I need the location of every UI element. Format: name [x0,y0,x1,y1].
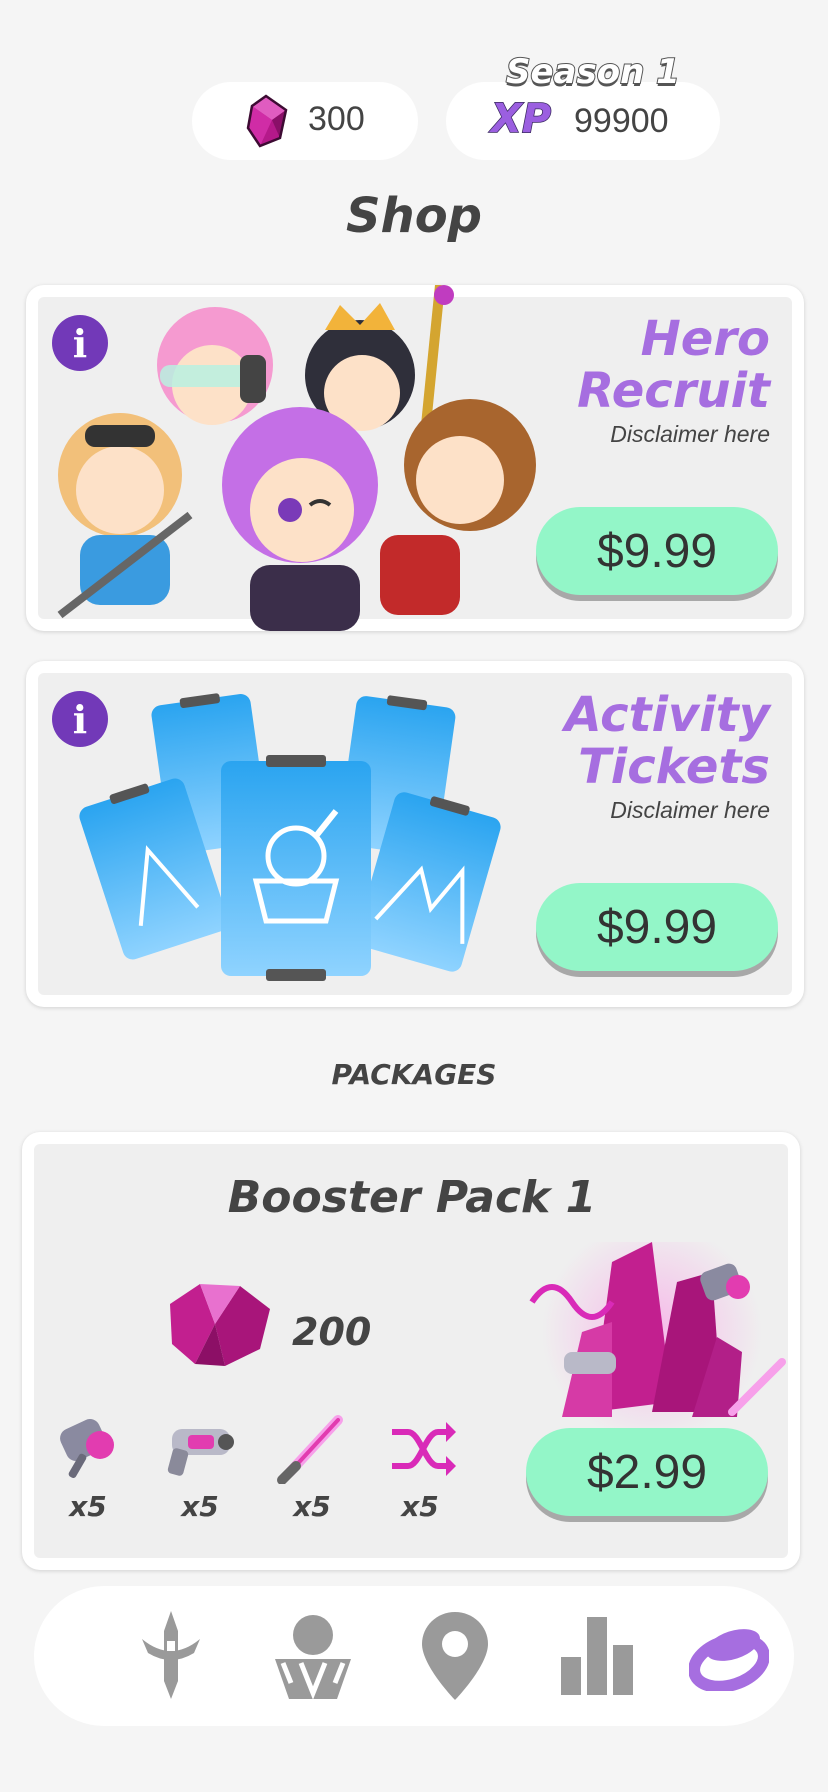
booster-gem-amount: 200 [292,1310,372,1354]
shop-icon [689,1629,769,1691]
offer-title-line2: Recruit [577,363,770,419]
shuffle-icon [392,1422,456,1476]
offer-title-line2: Tickets [578,739,770,795]
heroes-icon [275,1615,351,1699]
item-qty: x5 [181,1490,219,1523]
offer-disclaimer: Disclaimer here [610,421,770,447]
info-button[interactable]: i [52,691,108,747]
nav-shop[interactable] [674,1586,784,1726]
buy-activity-tickets-button[interactable]: $9.99 [536,883,778,971]
xp-pill[interactable]: XP 99900 [446,82,720,160]
hero-recruit-card[interactable]: i Hero Recruit Disclaimer here $9.99 [26,285,804,631]
leaderboard-icon [561,1617,633,1695]
activity-tickets-card[interactable]: i Activity Tickets Disclaimer here $9.99 [26,661,804,1007]
offer-disclaimer: Disclaimer here [610,797,770,823]
nav-map[interactable] [400,1586,510,1726]
item-qty: x5 [401,1490,439,1523]
lightsaber-icon [277,1415,343,1484]
pack-title: Booster Pack 1 [227,1172,597,1223]
gem-cluster-icon [170,1284,270,1366]
gems-pill[interactable]: 300 [192,82,418,160]
packages-header: PACKAGES [331,1058,497,1091]
xp-label: XP [490,95,552,143]
offer-title: Activity Tickets [410,687,771,795]
offer-title: Hero Recruit [410,313,770,417]
info-button[interactable]: i [52,315,108,371]
nav-battle[interactable] [116,1586,226,1726]
item-qty: x5 [293,1490,331,1523]
gems-count: 300 [308,100,365,138]
gem-icon [242,94,290,152]
raygun-icon [167,1429,234,1476]
offer-title-line1: Activity [564,687,771,743]
offer-title-line1: Hero [640,311,770,367]
item-qty: x5 [69,1490,107,1523]
nav-leaderboard[interactable] [542,1586,652,1726]
hammer-icon [60,1419,114,1479]
page-title: Shop [345,188,483,244]
season-label: Season 1 [505,51,681,93]
booster-pack-card[interactable]: Booster Pack 1 200 x5 x5 x5 x5 $2.99 [22,1132,800,1570]
booster-artwork [529,1242,786,1442]
buy-booster-pack-button[interactable]: $2.99 [526,1428,768,1516]
map-pin-icon [422,1612,488,1700]
xp-value: 99900 [574,102,669,140]
nav-heroes[interactable] [258,1586,368,1726]
buy-hero-recruit-button[interactable]: $9.99 [536,507,778,595]
sword-icon [142,1611,200,1699]
bottom-navbar [34,1586,794,1726]
